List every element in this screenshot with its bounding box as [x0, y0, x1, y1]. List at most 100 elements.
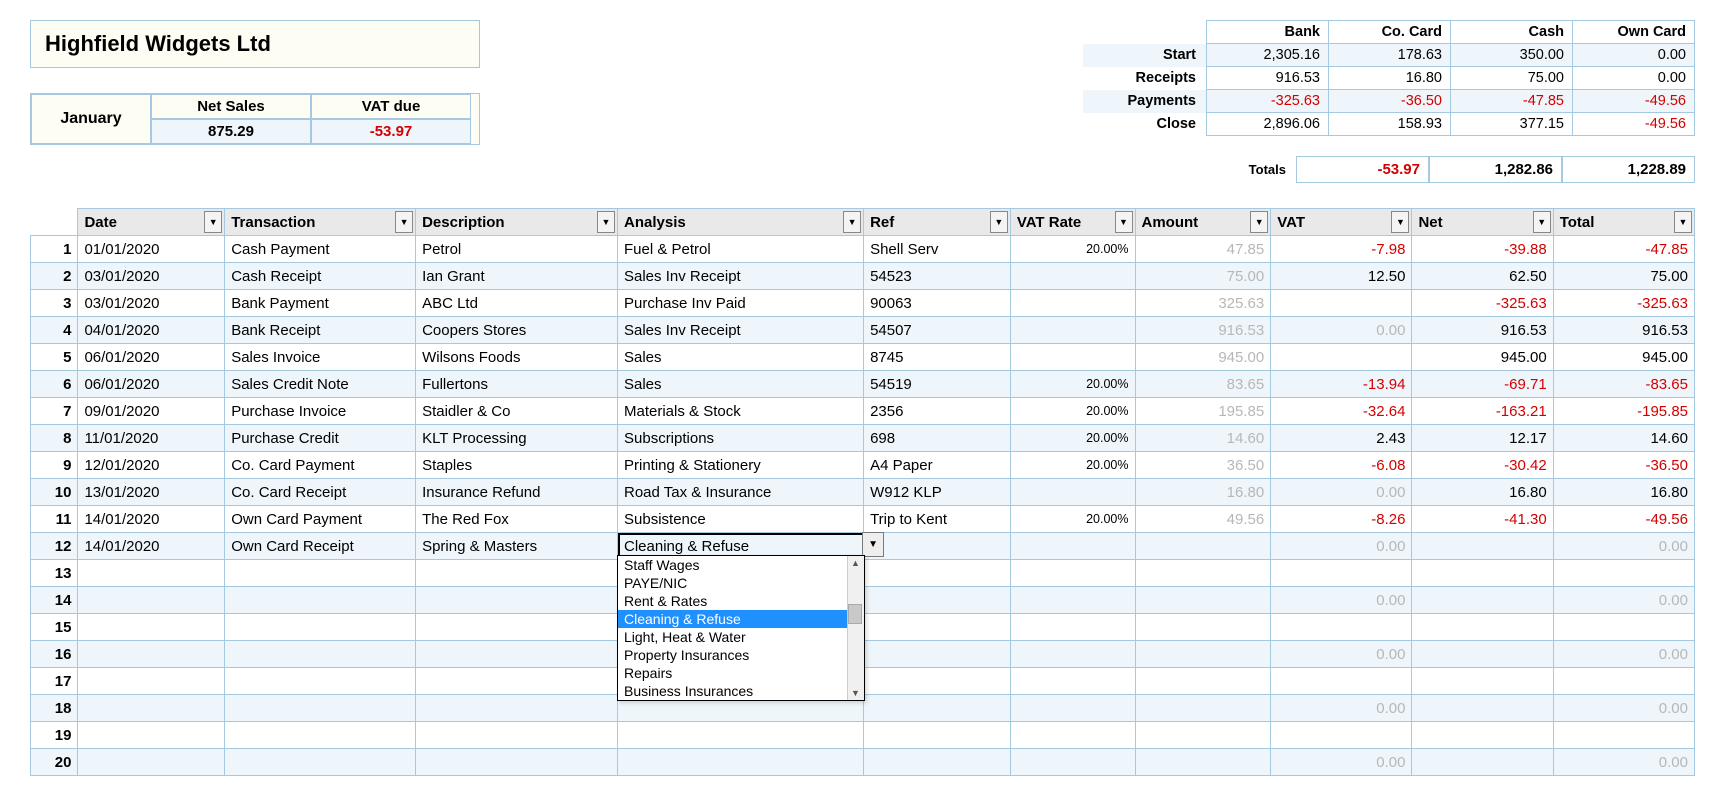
description-cell[interactable] — [416, 695, 618, 722]
net-cell[interactable]: -325.63 — [1412, 290, 1553, 317]
column-header[interactable]: Amount▼ — [1135, 209, 1271, 236]
amount-cell[interactable] — [1135, 614, 1271, 641]
vat-cell[interactable]: 0.00 — [1271, 317, 1412, 344]
dropdown-option[interactable]: Repairs — [618, 664, 864, 682]
amount-cell[interactable] — [1135, 587, 1271, 614]
column-header[interactable]: Total▼ — [1553, 209, 1694, 236]
description-cell[interactable]: Wilsons Foods — [416, 344, 618, 371]
amount-cell[interactable] — [1135, 749, 1271, 776]
table-row[interactable]: 101/01/2020Cash PaymentPetrolFuel & Petr… — [31, 236, 1695, 263]
ref-cell[interactable]: 54507 — [864, 317, 1011, 344]
total-cell[interactable]: -195.85 — [1553, 398, 1694, 425]
date-cell[interactable] — [78, 749, 225, 776]
vat-cell[interactable]: -8.26 — [1271, 506, 1412, 533]
net-cell[interactable] — [1412, 641, 1553, 668]
vat-rate-cell[interactable] — [1010, 587, 1135, 614]
vat-rate-cell[interactable] — [1010, 344, 1135, 371]
column-header[interactable]: Transaction▼ — [225, 209, 416, 236]
net-cell[interactable]: 916.53 — [1412, 317, 1553, 344]
amount-cell[interactable] — [1135, 533, 1271, 560]
filter-button[interactable]: ▼ — [1533, 211, 1551, 233]
table-row[interactable]: 1214/01/2020Own Card ReceiptSpring & Mas… — [31, 533, 1695, 560]
amount-cell[interactable]: 14.60 — [1135, 425, 1271, 452]
net-cell[interactable] — [1412, 533, 1553, 560]
vat-cell[interactable] — [1271, 722, 1412, 749]
transaction-cell[interactable] — [225, 722, 416, 749]
vat-cell[interactable] — [1271, 668, 1412, 695]
dropdown-option[interactable]: Cleaning & Refuse — [618, 610, 864, 628]
analysis-cell[interactable]: Materials & Stock — [618, 398, 864, 425]
total-cell[interactable]: 16.80 — [1553, 479, 1694, 506]
description-cell[interactable] — [416, 560, 618, 587]
column-header[interactable]: VAT▼ — [1271, 209, 1412, 236]
vat-rate-cell[interactable] — [1010, 317, 1135, 344]
column-header[interactable]: Date▼ — [78, 209, 225, 236]
analysis-cell[interactable]: Sales — [618, 344, 864, 371]
transaction-cell[interactable]: Own Card Payment — [225, 506, 416, 533]
net-cell[interactable] — [1412, 614, 1553, 641]
filter-button[interactable]: ▼ — [1391, 211, 1409, 233]
vat-cell[interactable] — [1271, 344, 1412, 371]
ref-cell[interactable] — [864, 695, 1011, 722]
table-row[interactable]: 19 — [31, 722, 1695, 749]
description-cell[interactable] — [416, 749, 618, 776]
vat-cell[interactable]: -7.98 — [1271, 236, 1412, 263]
amount-cell[interactable]: 36.50 — [1135, 452, 1271, 479]
description-cell[interactable]: Coopers Stores — [416, 317, 618, 344]
total-cell[interactable]: -325.63 — [1553, 290, 1694, 317]
column-header[interactable]: VAT Rate▼ — [1010, 209, 1135, 236]
transaction-cell[interactable] — [225, 614, 416, 641]
analysis-cell[interactable]: Cleaning & Refuse▼Staff WagesPAYE/NICRen… — [618, 533, 864, 560]
net-cell[interactable]: -69.71 — [1412, 371, 1553, 398]
net-cell[interactable] — [1412, 587, 1553, 614]
date-cell[interactable] — [78, 560, 225, 587]
vat-rate-cell[interactable]: 20.00% — [1010, 236, 1135, 263]
amount-cell[interactable] — [1135, 641, 1271, 668]
analysis-cell[interactable]: Road Tax & Insurance — [618, 479, 864, 506]
table-row[interactable]: 912/01/2020Co. Card PaymentStaplesPrinti… — [31, 452, 1695, 479]
net-cell[interactable] — [1412, 722, 1553, 749]
description-cell[interactable]: Ian Grant — [416, 263, 618, 290]
table-row[interactable]: 404/01/2020Bank ReceiptCoopers StoresSal… — [31, 317, 1695, 344]
vat-cell[interactable]: 0.00 — [1271, 695, 1412, 722]
vat-cell[interactable] — [1271, 614, 1412, 641]
transactions-table[interactable]: Date▼Transaction▼Description▼Analysis▼Re… — [30, 208, 1695, 776]
vat-rate-cell[interactable] — [1010, 695, 1135, 722]
description-cell[interactable] — [416, 668, 618, 695]
total-cell[interactable] — [1553, 560, 1694, 587]
filter-button[interactable]: ▼ — [597, 211, 615, 233]
analysis-cell[interactable]: Subscriptions — [618, 425, 864, 452]
transaction-cell[interactable]: Purchase Invoice — [225, 398, 416, 425]
vat-rate-cell[interactable]: 20.00% — [1010, 506, 1135, 533]
column-header[interactable]: Description▼ — [416, 209, 618, 236]
description-cell[interactable] — [416, 614, 618, 641]
column-header[interactable]: Ref▼ — [864, 209, 1011, 236]
ref-cell[interactable]: Shell Serv — [864, 236, 1011, 263]
net-cell[interactable]: 16.80 — [1412, 479, 1553, 506]
amount-cell[interactable]: 47.85 — [1135, 236, 1271, 263]
ref-cell[interactable]: W912 KLP — [864, 479, 1011, 506]
amount-cell[interactable]: 916.53 — [1135, 317, 1271, 344]
description-cell[interactable]: Spring & Masters — [416, 533, 618, 560]
dropdown-option[interactable]: Rent & Rates — [618, 592, 864, 610]
description-cell[interactable]: Fullertons — [416, 371, 618, 398]
analysis-cell[interactable] — [618, 749, 864, 776]
total-cell[interactable]: 0.00 — [1553, 641, 1694, 668]
description-cell[interactable] — [416, 587, 618, 614]
vat-rate-cell[interactable] — [1010, 263, 1135, 290]
net-cell[interactable] — [1412, 695, 1553, 722]
date-cell[interactable] — [78, 722, 225, 749]
filter-button[interactable]: ▼ — [395, 211, 413, 233]
filter-button[interactable]: ▼ — [843, 211, 861, 233]
transaction-cell[interactable]: Bank Receipt — [225, 317, 416, 344]
date-cell[interactable]: 12/01/2020 — [78, 452, 225, 479]
transaction-cell[interactable]: Co. Card Receipt — [225, 479, 416, 506]
description-cell[interactable]: ABC Ltd — [416, 290, 618, 317]
transaction-cell[interactable] — [225, 641, 416, 668]
net-cell[interactable]: -30.42 — [1412, 452, 1553, 479]
table-row[interactable]: 303/01/2020Bank PaymentABC LtdPurchase I… — [31, 290, 1695, 317]
description-cell[interactable] — [416, 641, 618, 668]
net-cell[interactable] — [1412, 749, 1553, 776]
vat-rate-cell[interactable]: 20.00% — [1010, 398, 1135, 425]
ref-cell[interactable] — [864, 641, 1011, 668]
